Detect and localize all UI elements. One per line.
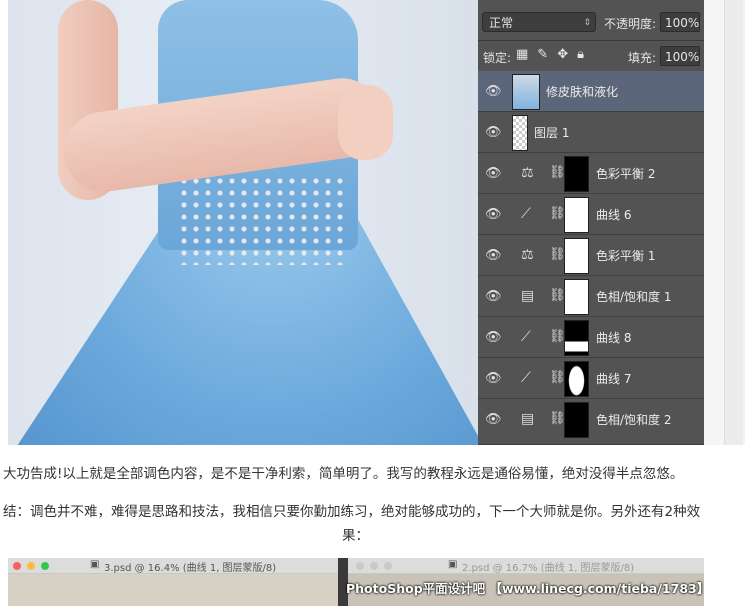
layers-panel: 正常 ⇕ 不透明度: 100% 锁定: ▦ ✎ ✥ 🔒︎ 填充: 100% 👁︎… (478, 0, 704, 445)
lock-icons: ▦ ✎ ✥ 🔒︎ (516, 47, 584, 62)
eye-icon[interactable]: 👁︎ (485, 125, 502, 140)
select-arrows-icon: ⇕ (583, 18, 591, 28)
page-right-margin (704, 0, 745, 445)
eye-icon[interactable]: 👁︎ (485, 207, 502, 222)
opacity-label: 不透明度: (604, 17, 657, 31)
close-dot-icon[interactable] (13, 562, 21, 570)
lock-row: 锁定: ▦ ✎ ✥ 🔒︎ 填充: 100% (478, 41, 704, 72)
lock-move-icon[interactable]: ✥ (557, 47, 568, 62)
layer-row[interactable]: 👁︎ 图层 1 (478, 112, 704, 153)
hue-saturation-icon: ▤ (521, 288, 535, 304)
layer-thumbnail (512, 115, 528, 151)
paragraph-line-1: 大功告成!以上就是全部调色内容，是不是干净利索，简单明了。我写的教程永远是通俗易… (3, 466, 684, 482)
layer-row[interactable]: 👁︎ ▤ ⛓ 色相/饱和度 1 (478, 276, 704, 317)
eye-icon[interactable]: 👁︎ (485, 330, 502, 345)
layer-mask (564, 320, 589, 356)
fill-label: 填充: (628, 51, 657, 65)
layer-row[interactable]: 👁︎ ⟋ ⛓ 曲线 7 (478, 358, 704, 399)
eye-icon[interactable]: 👁︎ (485, 248, 502, 263)
lock-transparent-icon[interactable]: ▦ (516, 47, 528, 62)
curves-icon: ⟋ (521, 329, 531, 345)
doc-icon: ▣ (448, 559, 458, 570)
minimize-dot-icon[interactable] (27, 562, 35, 570)
layer-name: 色相/饱和度 1 (596, 290, 672, 304)
eye-icon[interactable]: 👁︎ (485, 166, 502, 181)
right-window-title: 2.psd @ 16.7% (曲线 1, 图层蒙版/8) (462, 563, 635, 574)
layer-name: 曲线 8 (596, 331, 632, 345)
layer-mask (564, 197, 589, 233)
layer-name: 色彩平衡 1 (596, 249, 656, 263)
hue-saturation-icon: ▤ (521, 411, 535, 427)
paragraph-line-3: 果： (342, 528, 369, 544)
inactive-dot-icon (384, 562, 392, 570)
lock-all-icon[interactable]: 🔒︎ (577, 47, 584, 62)
eye-icon[interactable]: 👁︎ (485, 289, 502, 304)
layer-mask (564, 279, 589, 315)
window-titlebar: ▣ 3.psd @ 16.4% (曲线 1, 图层蒙版/8) ▣ 2.psd @… (8, 558, 704, 574)
blend-mode-select[interactable]: 正常 ⇕ (482, 12, 596, 32)
layer-thumbnail (512, 74, 540, 110)
paragraph-line-2: 结：调色并不难，难得是思路和技法，我相信只要你勤加练习，绝对能够成功的，下一个大… (3, 504, 701, 520)
layer-row[interactable]: 👁︎ ⚖ ⛓ 色彩平衡 1 (478, 235, 704, 276)
curves-icon: ⟋ (521, 370, 531, 386)
left-canvas (8, 574, 338, 606)
inactive-dot-icon (356, 562, 364, 570)
layer-row[interactable]: 👁︎ ⟋ ⛓ 曲线 6 (478, 194, 704, 235)
doc-icon: ▣ (90, 559, 100, 570)
scrollbar[interactable] (724, 0, 743, 445)
layer-name: 曲线 7 (596, 372, 632, 386)
inactive-dot-icon (370, 562, 378, 570)
layer-name: 图层 1 (534, 126, 570, 140)
layer-mask (564, 361, 589, 397)
layer-name: 曲线 6 (596, 208, 632, 222)
layer-mask (564, 238, 589, 274)
layer-row[interactable]: 👁︎ ▤ ⛓ 色相/饱和度 2 (478, 399, 704, 445)
photo-lace (178, 175, 348, 265)
layer-mask (564, 402, 589, 438)
layer-row[interactable]: 👁︎ ⚖ ⛓ 色彩平衡 2 (478, 153, 704, 194)
fill-field[interactable]: 100% (660, 46, 700, 66)
photo-hand (338, 85, 393, 160)
color-balance-icon: ⚖ (521, 247, 534, 263)
product-photo (8, 0, 478, 445)
lock-label: 锁定: (483, 51, 512, 65)
left-window-title: 3.psd @ 16.4% (曲线 1, 图层蒙版/8) (104, 563, 277, 574)
eye-icon[interactable]: 👁︎ (485, 412, 502, 427)
layer-name: 色相/饱和度 2 (596, 413, 672, 427)
zoom-dot-icon[interactable] (41, 562, 49, 570)
layer-name: 色彩平衡 2 (596, 167, 656, 181)
curves-icon: ⟋ (521, 206, 531, 222)
eye-icon[interactable]: 👁︎ (485, 371, 502, 386)
lock-brush-icon[interactable]: ✎ (537, 47, 548, 62)
opacity-field[interactable]: 100% (660, 12, 700, 32)
layer-mask (564, 156, 589, 192)
color-balance-icon: ⚖ (521, 165, 534, 181)
layer-row[interactable]: 👁︎ ⟋ ⛓ 曲线 8 (478, 317, 704, 358)
layer-row[interactable]: 👁︎ 修皮肤和液化 (478, 71, 704, 112)
layer-name: 修皮肤和液化 (546, 85, 619, 99)
watermark: PhotoShop平面设计吧 【www.linecg.com/tieba/178… (346, 581, 704, 596)
eye-icon[interactable]: 👁︎ (485, 84, 502, 99)
panel-top-row: 正常 ⇕ 不透明度: 100% (478, 0, 704, 41)
blend-mode-value: 正常 (489, 16, 514, 30)
bottom-screenshot: ▣ 3.psd @ 16.4% (曲线 1, 图层蒙版/8) ▣ 2.psd @… (8, 558, 704, 606)
